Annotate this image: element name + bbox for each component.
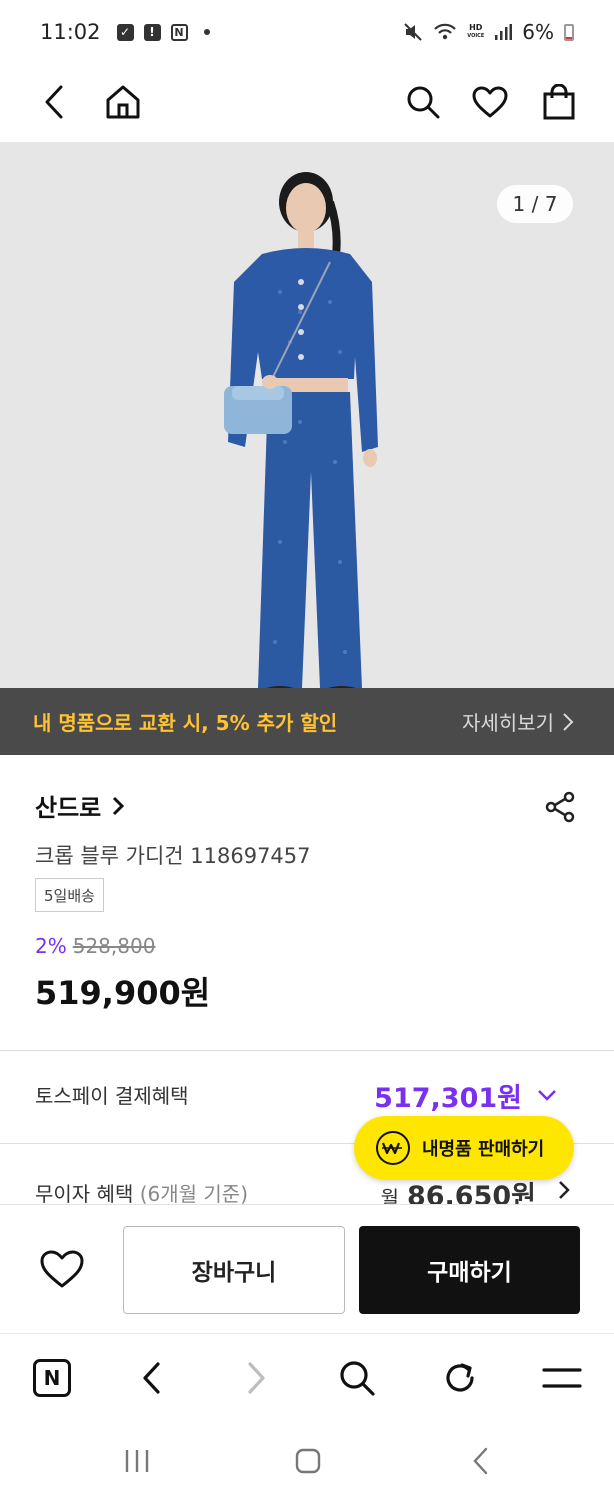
naver-n-box: N [33, 1359, 71, 1397]
dot-icon [203, 29, 210, 35]
sell-my-luxury-button[interactable]: 내명품 판매하기 [354, 1116, 574, 1180]
back-icon[interactable] [128, 1354, 176, 1402]
nfc-icon: N [170, 23, 188, 41]
chevron-right-icon [559, 1181, 570, 1199]
brand-name: 산드로 [35, 794, 102, 822]
forward-icon[interactable] [232, 1354, 280, 1402]
price-discount-row: 2% 528,800 [35, 934, 155, 958]
check-box-icon: ✓ [116, 23, 134, 41]
top-nav [0, 64, 614, 142]
status-right: HD VOICE 6% [403, 0, 574, 64]
shopping-bag-icon[interactable] [535, 78, 583, 126]
interest-free-sub: (6개월 기준) [139, 1182, 249, 1204]
product-model-image [224, 172, 378, 698]
signal-icon [495, 24, 513, 40]
product-image-carousel[interactable]: 1 / 7 내 명품으로 교환 시, 5% 추가 할인 자세히보기 [0, 142, 614, 755]
system-navigation-bar [0, 1421, 614, 1500]
menu-icon[interactable] [538, 1354, 586, 1402]
chevron-right-icon [113, 796, 125, 815]
won-coin-icon [376, 1131, 410, 1165]
status-bar: 11:02 ✓ ! N HD VOICE 6% [0, 0, 614, 64]
alert-icon: ! [143, 23, 161, 41]
home-icon[interactable] [288, 1443, 328, 1479]
brand-link[interactable]: 산드로 [35, 788, 125, 823]
battery-icon [564, 23, 574, 41]
interest-free-title: 무이자 혜택 [35, 1182, 134, 1204]
nfc-letter: N [174, 25, 184, 39]
discount-rate: 2% [35, 934, 67, 958]
home-icon[interactable] [99, 78, 147, 126]
hd-voice-icon: HD VOICE [467, 24, 484, 40]
chevron-right-icon [563, 712, 574, 731]
heart-icon[interactable] [466, 78, 514, 126]
interest-prefix: 월 [380, 1186, 399, 1204]
divider [0, 1050, 614, 1051]
share-icon[interactable] [543, 790, 577, 824]
interest-free-label: 무이자 혜택 (6개월 기준) [35, 1178, 248, 1204]
search-icon[interactable] [333, 1354, 381, 1402]
sale-price: 519,900원 [35, 974, 211, 1012]
back-icon[interactable] [461, 1443, 501, 1479]
naver-n-icon[interactable]: N [28, 1354, 76, 1402]
back-arrow-icon[interactable] [31, 78, 79, 126]
recent-apps-icon[interactable] [117, 1443, 157, 1479]
image-counter: 1 / 7 [497, 185, 573, 223]
voice-label: VOICE [467, 33, 485, 39]
naver-n-letter: N [43, 1366, 61, 1390]
add-to-cart-button[interactable]: 장바구니 [123, 1226, 345, 1314]
fab-label: 내명품 판매하기 [422, 1139, 545, 1160]
toss-pay-price: 517,301원 [374, 1083, 522, 1114]
search-icon[interactable] [399, 78, 447, 126]
product-name: 크롭 블루 가디건 118697457 [35, 844, 311, 868]
banner-text: 내 명품으로 교환 시, 5% 추가 할인 [33, 711, 338, 735]
banner-more-link[interactable]: 자세히보기 [462, 707, 574, 736]
toss-pay-label: 토스페이 결제혜택 [35, 1084, 189, 1108]
trade-in-banner[interactable]: 내 명품으로 교환 시, 5% 추가 할인 자세히보기 [0, 688, 614, 755]
banner-more-label: 자세히보기 [462, 711, 554, 735]
original-price: 528,800 [72, 934, 156, 958]
hd-label: HD [469, 23, 483, 32]
status-time: 11:02 [40, 20, 101, 44]
chevron-down-icon [538, 1090, 556, 1101]
battery-text: 6% [522, 20, 554, 44]
refresh-icon[interactable] [436, 1354, 484, 1402]
wishlist-heart-icon[interactable] [36, 1243, 88, 1295]
purchase-action-bar: 장바구니 구매하기 [0, 1204, 614, 1332]
shipping-badge: 5일배송 [35, 878, 104, 912]
mute-icon [404, 23, 422, 41]
browser-toolbar: N [0, 1333, 614, 1421]
status-left: 11:02 ✓ ! N [40, 20, 210, 44]
buy-now-button[interactable]: 구매하기 [359, 1226, 580, 1314]
wifi-icon [434, 23, 457, 40]
